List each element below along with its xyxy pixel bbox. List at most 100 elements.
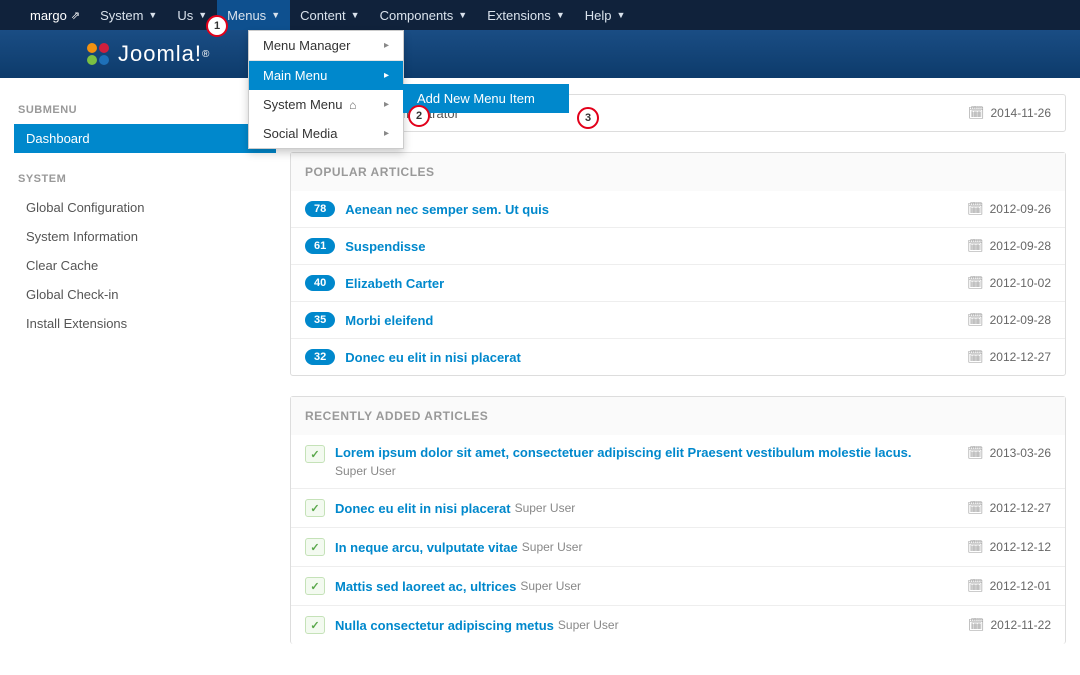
check-icon[interactable]: ✓ bbox=[305, 445, 325, 463]
calendar-icon: 🗓 bbox=[967, 349, 984, 365]
chevron-right-icon: ▸ bbox=[384, 40, 389, 51]
article-author: Super User bbox=[335, 464, 967, 478]
caret-down-icon: ▼ bbox=[616, 10, 625, 20]
calendar-icon: 🗓 bbox=[968, 105, 985, 121]
calendar-icon: 🗓 bbox=[967, 275, 984, 291]
hit-count-badge: 78 bbox=[305, 201, 335, 217]
article-date: 🗓2012-10-02 bbox=[967, 275, 1051, 291]
external-link-icon: ⇗ bbox=[71, 9, 80, 22]
nav-extensions[interactable]: Extensions▼ bbox=[477, 0, 575, 30]
dropdown-system-menu[interactable]: System Menu ⌂ ▸ bbox=[249, 90, 403, 119]
submenu-heading: SUBMENU bbox=[18, 104, 276, 116]
joomla-logo-text: Joomla! bbox=[118, 41, 202, 67]
recent-heading: RECENTLY ADDED ARTICLES bbox=[291, 397, 1065, 435]
article-date: 🗓2013-03-26 bbox=[967, 445, 1051, 461]
brand-text: margo bbox=[30, 8, 67, 23]
caret-down-icon: ▼ bbox=[458, 10, 467, 20]
check-icon[interactable]: ✓ bbox=[305, 499, 325, 517]
article-link[interactable]: Mattis sed laoreet ac, ultrices bbox=[335, 579, 516, 594]
article-link[interactable]: Nulla consectetur adipiscing metus bbox=[335, 618, 554, 633]
article-author: Super User bbox=[515, 501, 576, 515]
article-author: Super User bbox=[520, 579, 581, 593]
admin-date: 🗓 2014-11-26 bbox=[968, 105, 1051, 121]
hit-count-badge: 61 bbox=[305, 238, 335, 254]
chevron-right-icon: ▸ bbox=[384, 128, 389, 139]
article-date: 🗓2012-12-27 bbox=[967, 349, 1051, 365]
annotation-3: 3 bbox=[577, 107, 599, 129]
annotation-2: 2 bbox=[408, 105, 430, 127]
caret-down-icon: ▼ bbox=[351, 10, 360, 20]
article-row: 32 Donec eu elit in nisi placerat 🗓2012-12… bbox=[291, 338, 1065, 375]
nav-system[interactable]: System▼ bbox=[90, 0, 167, 30]
joomla-logo: Joomla!® bbox=[84, 40, 210, 68]
check-icon[interactable]: ✓ bbox=[305, 577, 325, 595]
article-link[interactable]: Lorem ipsum dolor sit amet, consectetuer… bbox=[335, 445, 912, 460]
article-row: ✓Nulla consectetur adipiscing metusSuper… bbox=[291, 605, 1065, 644]
hit-count-badge: 32 bbox=[305, 349, 335, 365]
calendar-icon: 🗓 bbox=[968, 617, 985, 633]
chevron-right-icon: ▸ bbox=[384, 70, 389, 81]
article-link[interactable]: Donec eu elit in nisi placerat bbox=[335, 501, 511, 516]
caret-down-icon: ▼ bbox=[556, 10, 565, 20]
sidebar-global-config[interactable]: Global Configuration bbox=[14, 193, 276, 222]
article-link[interactable]: Aenean nec semper sem. Ut quis bbox=[345, 202, 549, 217]
article-link[interactable]: Morbi eleifend bbox=[345, 313, 433, 328]
sidebar-system-info[interactable]: System Information bbox=[14, 222, 276, 251]
nav-menus[interactable]: Menus▼ bbox=[217, 0, 290, 30]
article-date: 🗓2012-09-26 bbox=[967, 201, 1051, 217]
sidebar-global-checkin[interactable]: Global Check-in bbox=[14, 280, 276, 309]
nav-content[interactable]: Content▼ bbox=[290, 0, 369, 30]
chevron-right-icon: ▸ bbox=[384, 99, 389, 110]
article-row: ✓ In neque arcu, vulputate vitae Super Use… bbox=[291, 527, 1065, 566]
caret-down-icon: ▼ bbox=[271, 10, 280, 20]
article-row: 78 Aenean nec semper sem. Ut quis 🗓2012-09… bbox=[291, 191, 1065, 227]
sidebar-clear-cache[interactable]: Clear Cache bbox=[14, 251, 276, 280]
caret-down-icon: ▼ bbox=[198, 10, 207, 20]
menus-dropdown: Menu Manager ▸ Main Menu ▸ System Menu ⌂… bbox=[248, 30, 404, 149]
nav-help[interactable]: Help▼ bbox=[575, 0, 636, 30]
article-date: 🗓2012-09-28 bbox=[967, 238, 1051, 254]
content-area: dministrator 🗓 2014-11-26 POPULAR ARTICL… bbox=[290, 94, 1080, 644]
article-link[interactable]: Elizabeth Carter bbox=[345, 276, 444, 291]
sidebar-install-ext[interactable]: Install Extensions bbox=[14, 309, 276, 338]
sidebar-dashboard[interactable]: Dashboard bbox=[14, 124, 276, 153]
calendar-icon: 🗓 bbox=[967, 445, 984, 461]
article-row: ✓ Mattis sed laoreet ac, ultrices Super Us… bbox=[291, 566, 1065, 605]
article-date: 🗓2012-12-01 bbox=[967, 578, 1051, 594]
article-row: 61 Suspendisse 🗓2012-09-28 bbox=[291, 227, 1065, 264]
dropdown-social-media[interactable]: Social Media ▸ bbox=[249, 119, 403, 148]
article-link[interactable]: Donec eu elit in nisi placerat bbox=[345, 350, 521, 365]
article-date: 🗓2012-11-22 bbox=[968, 617, 1051, 633]
header-bar: Joomla!® nel bbox=[0, 30, 1080, 78]
article-row: 40 Elizabeth Carter 🗓2012-10-02 bbox=[291, 264, 1065, 301]
article-author: Super User bbox=[522, 540, 583, 554]
calendar-icon: 🗓 bbox=[967, 201, 984, 217]
brand-link[interactable]: margo ⇗ bbox=[20, 0, 90, 30]
check-icon[interactable]: ✓ bbox=[305, 616, 325, 634]
article-link[interactable]: Suspendisse bbox=[345, 239, 425, 254]
hit-count-badge: 35 bbox=[305, 312, 335, 328]
recent-articles-panel: RECENTLY ADDED ARTICLES ✓ Lorem ipsum dol… bbox=[290, 396, 1066, 644]
caret-down-icon: ▼ bbox=[148, 10, 157, 20]
nav-components[interactable]: Components▼ bbox=[370, 0, 478, 30]
article-link[interactable]: In neque arcu, vulputate vitae bbox=[335, 540, 518, 555]
home-icon: ⌂ bbox=[349, 98, 356, 112]
sidebar: SUBMENU Dashboard SYSTEM Global Configur… bbox=[0, 94, 290, 644]
article-date: 🗓2012-09-28 bbox=[967, 312, 1051, 328]
dropdown-menu-manager[interactable]: Menu Manager ▸ bbox=[249, 31, 403, 60]
top-navbar: margo ⇗ System▼ Us▼ Menus▼ Content▼ Comp… bbox=[0, 0, 1080, 30]
check-icon[interactable]: ✓ bbox=[305, 538, 325, 556]
main-layout: SUBMENU Dashboard SYSTEM Global Configur… bbox=[0, 94, 1080, 644]
article-row: ✓ Donec eu elit in nisi placerat Super Use… bbox=[291, 488, 1065, 527]
popular-heading: POPULAR ARTICLES bbox=[291, 153, 1065, 191]
dropdown-main-menu[interactable]: Main Menu ▸ bbox=[249, 61, 403, 90]
annotation-1: 1 bbox=[206, 15, 228, 37]
hit-count-badge: 40 bbox=[305, 275, 335, 291]
joomla-logo-icon bbox=[84, 40, 112, 68]
article-row: ✓ Lorem ipsum dolor sit amet, consectetue… bbox=[291, 435, 1065, 488]
calendar-icon: 🗓 bbox=[967, 312, 984, 328]
article-row: 35 Morbi eleifend 🗓2012-09-28 bbox=[291, 301, 1065, 338]
article-date: 🗓2012-12-12 bbox=[967, 539, 1051, 555]
calendar-icon: 🗓 bbox=[967, 500, 984, 516]
system-heading: SYSTEM bbox=[18, 173, 276, 185]
